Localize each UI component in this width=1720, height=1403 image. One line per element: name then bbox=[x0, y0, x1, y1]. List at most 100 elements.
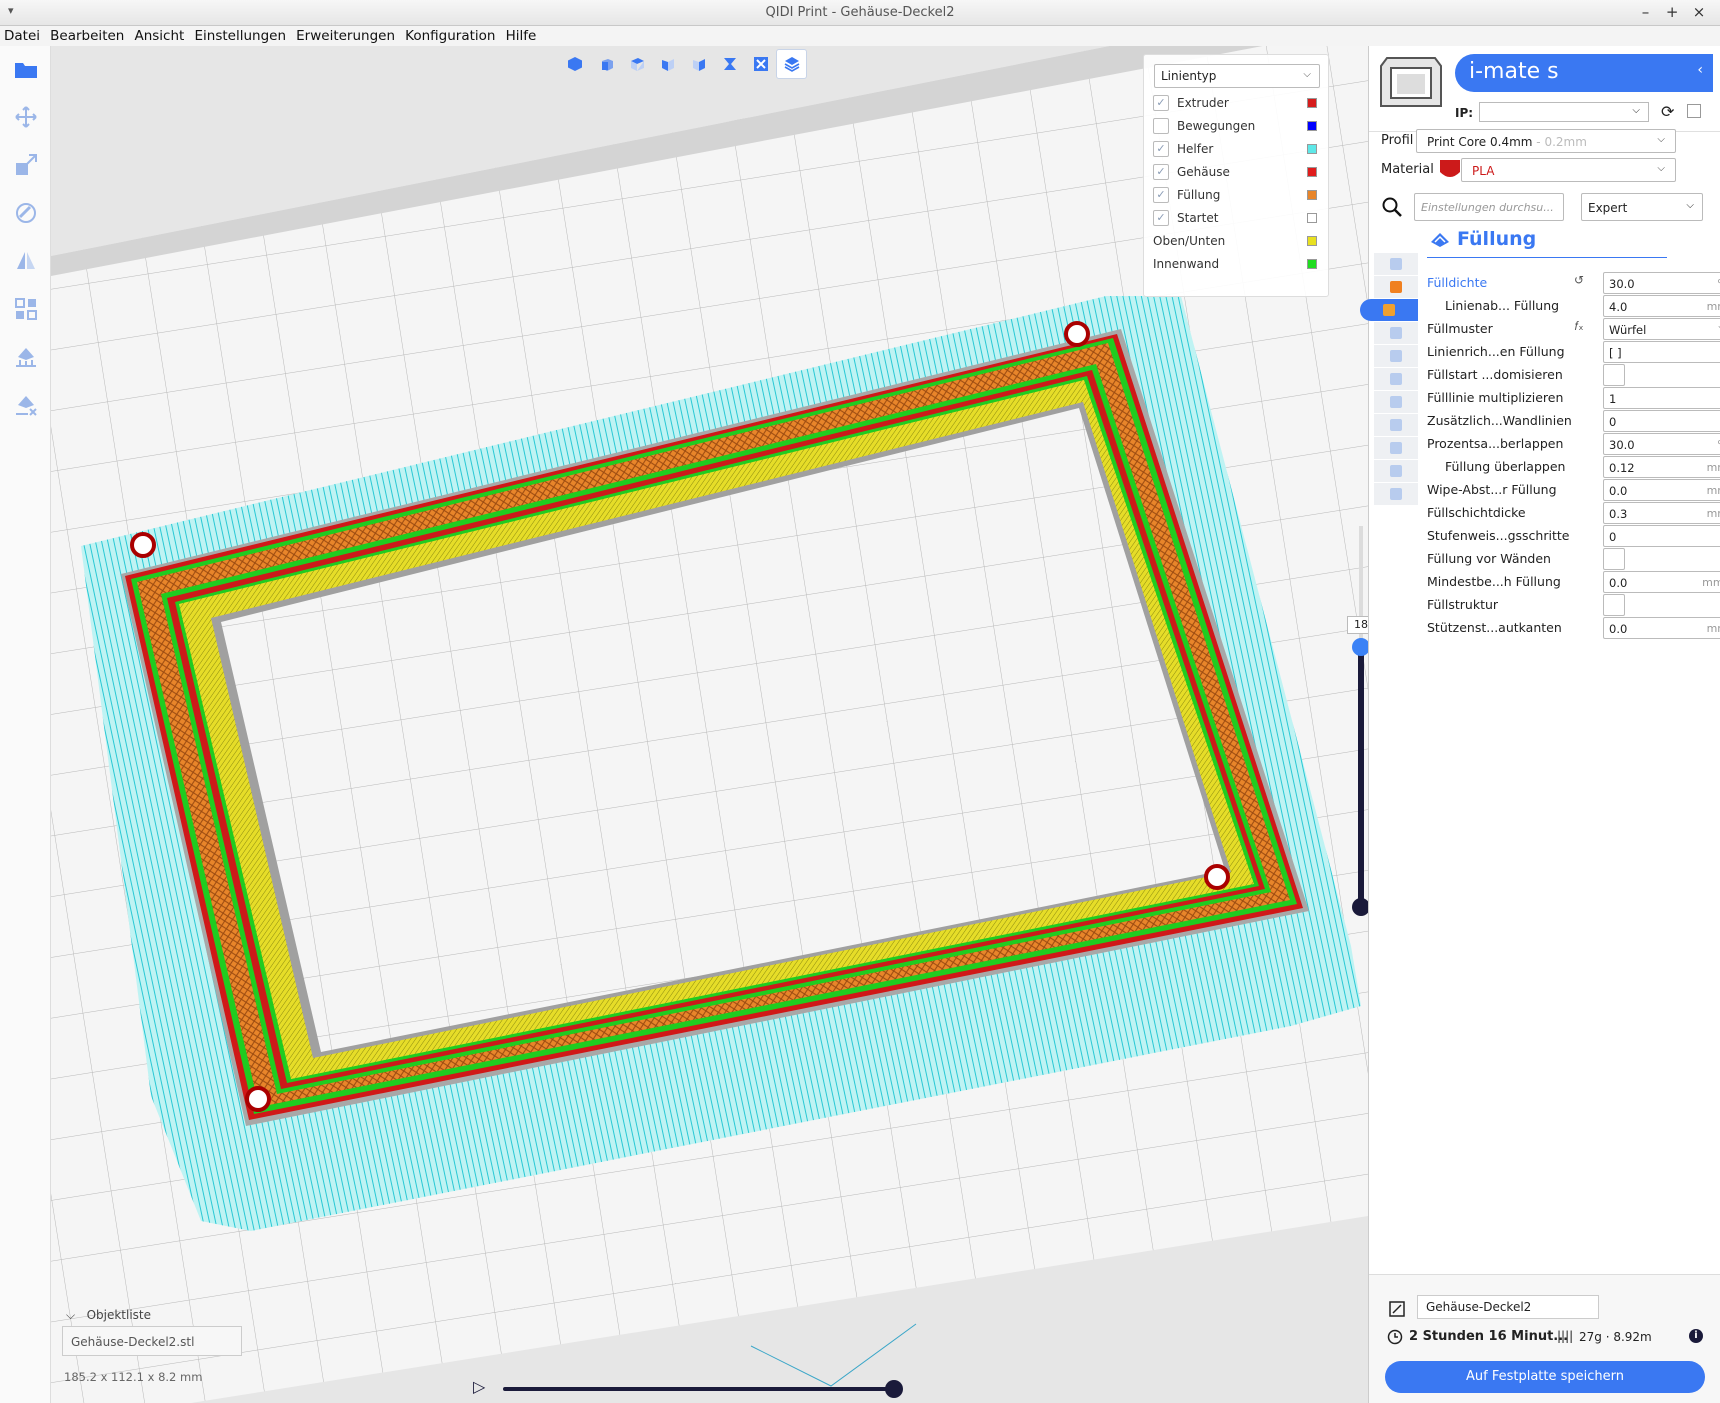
dual-extrusion-icon[interactable] bbox=[1374, 437, 1418, 459]
job-name-input[interactable]: Gehäuse-Deckel2 bbox=[1417, 1295, 1599, 1319]
function-icon[interactable]: 𝑓ₓ bbox=[1569, 319, 1589, 334]
refresh-icon[interactable]: ⟳ bbox=[1661, 102, 1674, 121]
support-blocker-icon[interactable] bbox=[11, 342, 41, 372]
legend-checkbox[interactable] bbox=[1153, 118, 1169, 134]
solid-view-icon[interactable] bbox=[745, 49, 776, 79]
layer-slider[interactable]: 18 bbox=[1341, 526, 1368, 996]
legend-item[interactable]: ✓ Helfer bbox=[1153, 139, 1323, 159]
setting-checkbox[interactable] bbox=[1603, 594, 1625, 616]
layer-view-icon[interactable] bbox=[776, 49, 807, 79]
setting-input[interactable]: 30.0% bbox=[1603, 272, 1720, 294]
simulation-track[interactable] bbox=[503, 1387, 893, 1391]
setting-unit: mm bbox=[1706, 507, 1720, 520]
machine-icon[interactable] bbox=[1374, 253, 1418, 275]
view-3d-icon[interactable] bbox=[559, 49, 590, 79]
speed-icon[interactable] bbox=[1374, 345, 1418, 367]
setting-input[interactable]: 0.12 mm bbox=[1603, 456, 1720, 478]
3d-viewport[interactable]: Linientyp ⌵ ✓ Extruder Bewegungen ✓ Helfer ✓ G… bbox=[51, 46, 1368, 1403]
setting-input[interactable]: [ ] bbox=[1603, 341, 1720, 363]
settings-mode-select[interactable]: Expert ⌵ bbox=[1581, 193, 1703, 221]
reset-icon[interactable]: ↺ bbox=[1569, 273, 1589, 287]
setting-unit: mm bbox=[1706, 300, 1720, 313]
setting-input[interactable]: 0 bbox=[1603, 410, 1720, 432]
menu-bearbeiten[interactable]: Bearbeiten bbox=[50, 26, 124, 46]
setting-input[interactable]: 0.3 mm bbox=[1603, 502, 1720, 524]
profile-select[interactable]: Print Core 0.4mm - 0.2mm ⌵ bbox=[1416, 129, 1676, 153]
legend-item[interactable]: ✓ Extruder bbox=[1153, 93, 1323, 113]
setting-checkbox[interactable] bbox=[1603, 364, 1625, 386]
layer-value[interactable]: 18 bbox=[1347, 616, 1368, 634]
legend-label: Innenwand bbox=[1153, 257, 1220, 271]
adhesion-icon[interactable] bbox=[1374, 414, 1418, 436]
line-type-select[interactable]: Linientyp ⌵ bbox=[1154, 64, 1320, 88]
material-label: Material bbox=[1381, 162, 1434, 177]
settings-search-input[interactable]: Einstellungen durchsu... bbox=[1414, 193, 1564, 221]
setting-input[interactable]: 1 bbox=[1603, 387, 1720, 409]
minimize-button[interactable]: – bbox=[1634, 3, 1656, 21]
legend-checkbox[interactable]: ✓ bbox=[1153, 95, 1169, 111]
legend-item[interactable]: ✓ Füllung bbox=[1153, 185, 1323, 205]
per-model-settings-icon[interactable] bbox=[11, 294, 41, 324]
folder-icon[interactable] bbox=[11, 54, 41, 84]
setting-input[interactable]: 4.0 mm bbox=[1603, 295, 1720, 317]
settings-mode-value: Expert bbox=[1588, 201, 1628, 215]
edit-icon[interactable] bbox=[1687, 104, 1701, 118]
chevron-down-icon: ⌵ bbox=[1632, 105, 1640, 116]
layer-slider-top-handle[interactable] bbox=[1352, 638, 1368, 656]
support-remove-icon[interactable] bbox=[11, 390, 41, 420]
save-to-disk-button[interactable]: Auf Festplatte speichern bbox=[1385, 1361, 1705, 1393]
legend-checkbox[interactable]: ✓ bbox=[1153, 187, 1169, 203]
infill-icon[interactable] bbox=[1360, 299, 1418, 321]
legend-item[interactable]: ✓ Startet bbox=[1153, 208, 1323, 228]
material-select[interactable]: PLA ⌵ bbox=[1461, 158, 1676, 182]
object-list-item[interactable]: Gehäuse-Deckel2.stl bbox=[62, 1326, 242, 1356]
menu-hilfe[interactable]: Hilfe bbox=[506, 26, 537, 46]
cooling-icon[interactable] bbox=[1374, 368, 1418, 390]
settings-search-row: Einstellungen durchsu... Expert ⌵ bbox=[1381, 192, 1717, 222]
menu-einstellungen[interactable]: Einstellungen bbox=[194, 26, 286, 46]
legend-item[interactable]: Bewegungen bbox=[1153, 116, 1323, 136]
ip-select[interactable]: ⌵ bbox=[1479, 102, 1649, 122]
close-button[interactable]: × bbox=[1688, 3, 1710, 21]
setting-input[interactable]: 30.0% bbox=[1603, 433, 1720, 455]
setting-input[interactable]: 0 bbox=[1603, 525, 1720, 547]
shell-icon[interactable] bbox=[1374, 276, 1418, 298]
view-front-icon[interactable] bbox=[590, 49, 621, 79]
setting-input[interactable]: 0.0 mm bbox=[1603, 617, 1720, 639]
menu-erweiterungen[interactable]: Erweiterungen bbox=[296, 26, 395, 46]
setting-select[interactable]: Würfel⌵ bbox=[1603, 318, 1720, 340]
object-list-header[interactable]: ⌵ Objektliste bbox=[66, 1308, 151, 1323]
view-left-icon[interactable] bbox=[652, 49, 683, 79]
scale-icon[interactable] bbox=[11, 150, 41, 180]
maximize-button[interactable]: + bbox=[1661, 3, 1683, 21]
setting-checkbox[interactable] bbox=[1603, 548, 1625, 570]
legend-item[interactable]: ✓ Gehäuse bbox=[1153, 162, 1323, 182]
setting-input[interactable]: 0.0 mm² bbox=[1603, 571, 1720, 593]
layer-slider-bottom-handle[interactable] bbox=[1352, 898, 1368, 916]
legend-checkbox[interactable]: ✓ bbox=[1153, 164, 1169, 180]
x-ray-icon[interactable] bbox=[714, 49, 745, 79]
printer-selector[interactable]: i-mate s ‹ bbox=[1455, 54, 1713, 92]
menu-konfiguration[interactable]: Konfiguration bbox=[405, 26, 495, 46]
play-icon[interactable]: ▷ bbox=[473, 1377, 485, 1396]
menu-datei[interactable]: Datei bbox=[4, 26, 40, 46]
setting-row: Füllung vor Wänden bbox=[1427, 548, 1717, 570]
legend-checkbox[interactable]: ✓ bbox=[1153, 210, 1169, 226]
mirror-icon[interactable] bbox=[11, 246, 41, 276]
setting-input[interactable]: 0.0 mm bbox=[1603, 479, 1720, 501]
mesh-fixes-icon[interactable] bbox=[1374, 460, 1418, 482]
info-icon[interactable]: i bbox=[1689, 1329, 1703, 1343]
legend-checkbox[interactable]: ✓ bbox=[1153, 141, 1169, 157]
menu-ansicht[interactable]: Ansicht bbox=[134, 26, 184, 46]
simulation-handle[interactable] bbox=[885, 1380, 903, 1398]
rotate-icon[interactable] bbox=[11, 198, 41, 228]
move-icon[interactable] bbox=[11, 102, 41, 132]
setting-row: Fülldichte ↺ 30.0% bbox=[1427, 272, 1720, 294]
support-icon[interactable] bbox=[1374, 391, 1418, 413]
view-right-icon[interactable] bbox=[683, 49, 714, 79]
experimental-icon[interactable] bbox=[1374, 483, 1418, 505]
view-top-icon[interactable] bbox=[621, 49, 652, 79]
print-job-panel: Gehäuse-Deckel2 2 Stunden 16 Minut... ||… bbox=[1369, 1274, 1720, 1403]
edit-icon[interactable] bbox=[1389, 1301, 1405, 1317]
material-icon[interactable] bbox=[1374, 322, 1418, 344]
